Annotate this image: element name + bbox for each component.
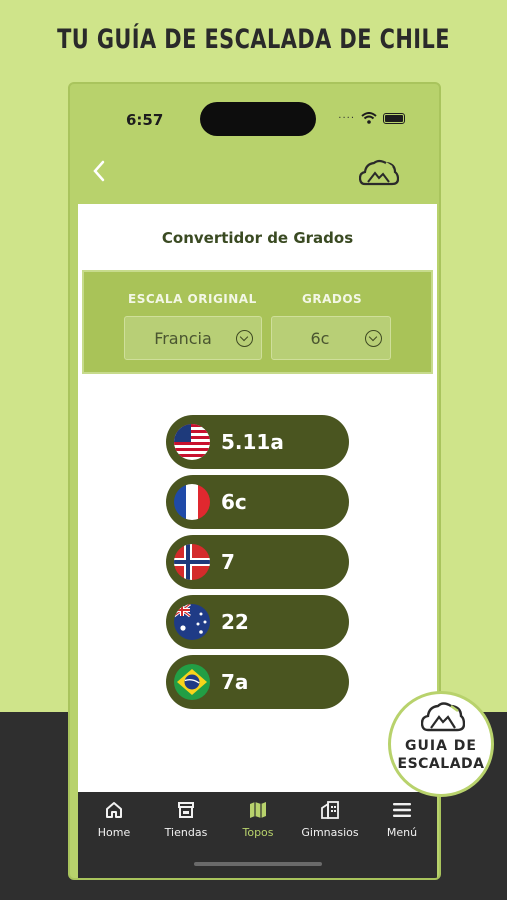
signal-dots: ···· [338,112,355,124]
brand-badge: GUIA DE ESCALADA [388,691,494,797]
scale-label: ESCALA ORIGINAL [128,292,257,306]
chevron-down-icon [365,330,382,347]
grade-select[interactable]: 6c [271,316,391,360]
grade-row-usa: 5.11a [166,415,349,469]
phone-frame: 6:57 ···· Convertidor de Grados ESCALA O… [68,82,441,880]
home-indicator [194,862,322,866]
map-icon [250,802,266,818]
scale-select-value: Francia [154,328,212,348]
scale-select[interactable]: Francia [124,316,262,360]
grade-row-france: 6c [166,475,349,529]
tab-label: Gimnasios [301,826,359,839]
tab-label: Tiendas [164,826,208,839]
france-flag-icon [174,484,210,520]
grade-select-value: 6c [310,328,330,348]
badge-text-line1: GUIA DE [405,738,477,754]
brazil-flag-icon [174,664,210,700]
status-time: 6:57 [126,111,164,129]
grade-value: 7 [221,550,235,574]
grade-label: GRADOS [302,292,363,306]
grade-value: 22 [221,610,249,634]
tab-bar: Home Tiendas Topos Gimnasios Menú [78,792,437,878]
mountain-cloud-logo [359,159,399,186]
home-icon [106,802,122,818]
badge-text-line2: ESCALADA [397,756,485,772]
grade-value: 7a [221,670,249,694]
tab-gimnasios[interactable]: Gimnasios [294,800,366,839]
grade-row-norway: 7 [166,535,349,589]
mountain-cloud-logo [421,702,465,732]
chevron-left-icon [93,160,105,182]
promo-headline: TU GUÍA DE ESCALADA DE CHILE [57,24,450,55]
tab-tiendas[interactable]: Tiendas [150,800,222,839]
battery-icon [383,112,405,124]
store-icon [178,802,194,818]
content-area: Convertidor de Grados ESCALA ORIGINAL GR… [78,204,437,792]
australia-flag-icon [174,604,210,640]
grade-row-brazil: 7a [166,655,349,709]
grade-row-australia: 22 [166,595,349,649]
dynamic-island [200,102,316,136]
norway-flag-icon [174,544,210,580]
tab-label: Topos [242,826,274,839]
tab-home[interactable]: Home [78,800,150,839]
tab-label: Home [97,826,131,839]
page-title: Convertidor de Grados [78,204,437,270]
wifi-icon [361,112,377,124]
menu-icon [393,803,411,817]
tab-menu[interactable]: Menú [366,800,438,839]
tab-label: Menú [386,826,418,839]
grade-value: 6c [221,490,247,514]
building-icon [321,801,339,819]
chevron-down-icon [236,330,253,347]
status-icons: ···· [338,112,405,124]
back-button[interactable] [92,160,116,186]
grade-value: 5.11a [221,430,284,454]
us-flag-icon [174,424,210,460]
tab-topos[interactable]: Topos [222,800,294,839]
filter-panel: ESCALA ORIGINAL GRADOS Francia 6c [82,270,433,374]
